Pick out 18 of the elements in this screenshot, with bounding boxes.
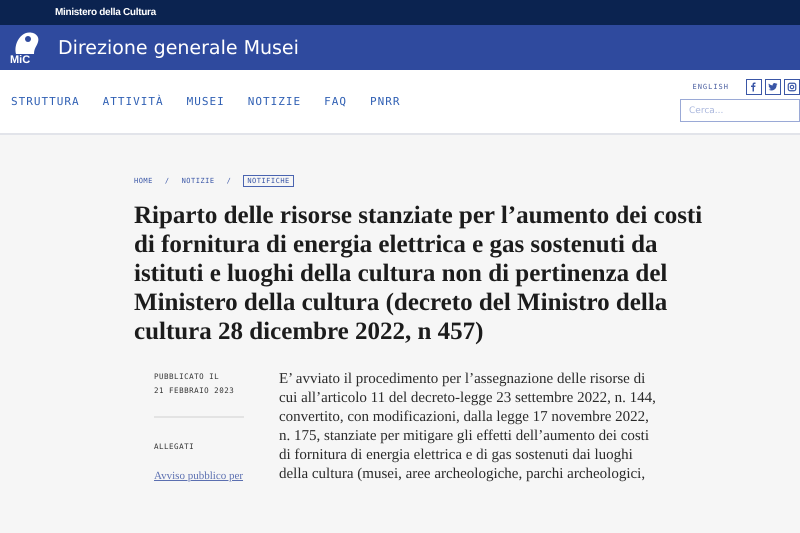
ministry-title[interactable]: Ministero della Cultura [55,7,156,18]
nav-link[interactable]: ATTIVITÀ [102,95,164,108]
site-title[interactable]: Direzione generale Musei [58,36,299,58]
nav-link[interactable]: MUSEI [186,95,225,108]
bird-icon [767,81,779,93]
search-field[interactable]: Cerca... [680,99,800,122]
nav-link[interactable]: FAQ [324,95,347,108]
camera-icon-button[interactable] [784,79,800,95]
nav-link[interactable]: PNRR [370,95,400,108]
attachment-link[interactable]: Avviso pubblico per [154,470,244,482]
camera-icon [786,81,798,93]
nav-link[interactable]: STRUTTURA [11,95,80,108]
nav-link[interactable]: NOTIZIE [248,95,302,108]
facebook-icon-button[interactable] [746,79,762,95]
bird-icon-button[interactable] [765,79,781,95]
article-body: E’ avviato il procedimento per l’assegnazione delle risorse di cui all’articolo 11 del decreto-legge 23 settembre 2022, n. 144, convertito, con modificazioni, dalla legge 17 novembre 2022, n. 175, stanziate per mitigare gli effetti dell’aumento dei costi di fornitura di energia elettrica e di gas sostenuti dai luoghi della cultura (musei, aree archeologiche, parchi archeologici, [279,370,657,484]
article-title: Riparto delle risorse stanziate per l’aumento dei costi di fornitura di energia elettrica e gas sostenuti da istituti e luoghi della cultura non di pertinenza del Ministero della cultura (decreto del Ministro della cultura 28 dicembre 2022, n 457) [134,201,704,346]
mic-logo[interactable]: MiC [10,30,46,66]
